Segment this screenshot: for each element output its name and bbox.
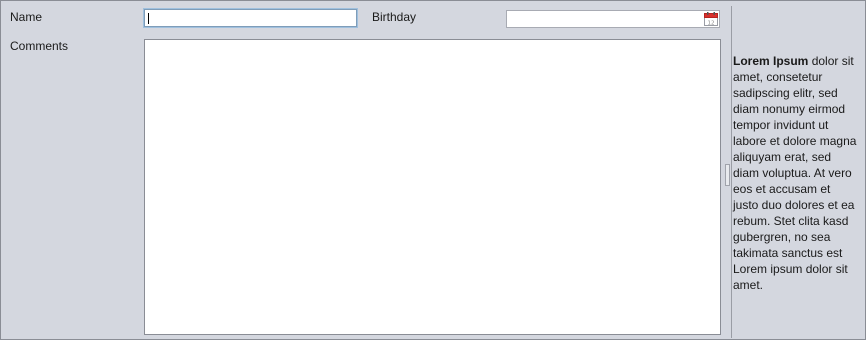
comments-label: Comments [10, 39, 69, 53]
name-input[interactable] [144, 9, 357, 27]
sidebar-body: dolor sit amet, consetetur sadipscing el… [733, 54, 857, 292]
split-pane-divider[interactable] [724, 6, 732, 338]
name-label: Name [10, 10, 43, 24]
calendar-icon[interactable]: 12 [704, 12, 718, 26]
form-panel: Name Birthday 12 Comments Lorem Ipsum do… [0, 0, 866, 340]
divider-grip-handle[interactable] [725, 164, 730, 186]
sidebar-text: Lorem Ipsum dolor sit amet, consetetur s… [733, 53, 857, 293]
birthday-input[interactable]: 12 [506, 10, 720, 28]
sidebar-lead-bold: Lorem Ipsum [733, 54, 809, 68]
svg-text:12: 12 [708, 20, 715, 26]
birthday-label: Birthday [372, 10, 417, 24]
text-caret [148, 13, 149, 24]
divider-line [731, 6, 732, 338]
comments-textarea[interactable] [144, 39, 721, 335]
